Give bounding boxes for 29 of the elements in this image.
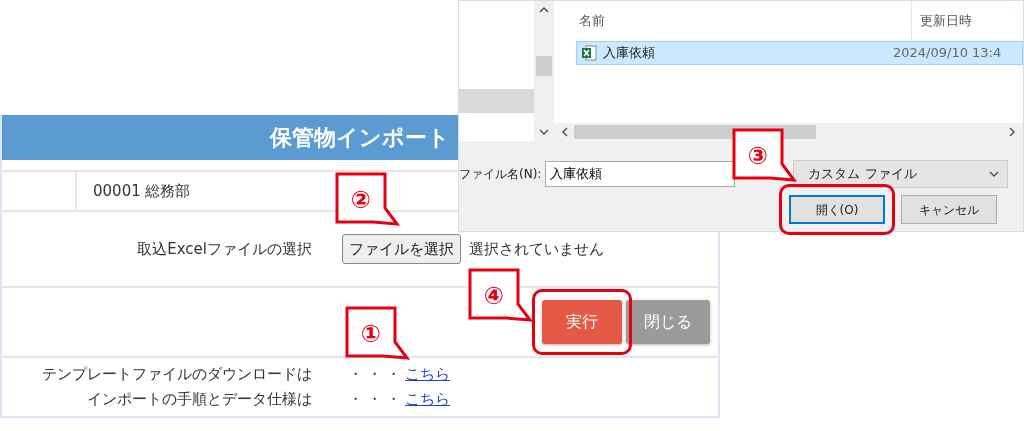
leader-dots: ・・・ bbox=[348, 364, 405, 385]
file-name: 入庫依頼 bbox=[603, 44, 656, 63]
filename-field[interactable]: 入庫依頼 bbox=[545, 161, 736, 187]
department-text: 00001 総務部 bbox=[93, 180, 191, 202]
execute-button[interactable]: 実行 bbox=[542, 300, 622, 344]
link-label: テンプレートファイルのダウンロードは bbox=[41, 364, 312, 385]
field-label: ファイル名(N): bbox=[459, 166, 542, 183]
link-label: インポートの手順とデータ仕様は bbox=[86, 389, 312, 410]
scroll-left-icon bbox=[560, 127, 570, 137]
field-label: 取込Excelファイルの選択 bbox=[136, 238, 312, 260]
modified-date: 2024/09/10 13:4 bbox=[893, 44, 1002, 63]
scrollbar-thumb bbox=[536, 56, 552, 76]
here-link[interactable]: こちら bbox=[405, 387, 450, 412]
choose-file-button[interactable]: ファイルを選択 bbox=[342, 233, 461, 265]
chevron-down-icon bbox=[989, 169, 1000, 179]
scroll-up-icon bbox=[539, 5, 549, 15]
leader-dots: ・・・ bbox=[348, 389, 405, 410]
spreadsheet-file-icon bbox=[581, 45, 597, 61]
scroll-right-icon bbox=[1007, 127, 1017, 137]
file-status-text: 選択されていません bbox=[469, 238, 604, 260]
column-header[interactable]: 名前 bbox=[579, 11, 911, 31]
cancel-button[interactable]: キャンセル bbox=[901, 195, 997, 224]
open-button[interactable]: 開く(O) bbox=[789, 195, 885, 224]
file-row[interactable]: 入庫依頼 2024/09/10 13:4 bbox=[576, 41, 1023, 65]
here-link[interactable]: こちら bbox=[405, 362, 450, 387]
dropdown-value: カスタム ファイル bbox=[808, 165, 917, 184]
file-type-dropdown[interactable]: カスタム ファイル bbox=[793, 160, 1009, 188]
scroll-down-icon bbox=[539, 127, 549, 137]
panel-title: 保管物インポート bbox=[270, 124, 450, 152]
